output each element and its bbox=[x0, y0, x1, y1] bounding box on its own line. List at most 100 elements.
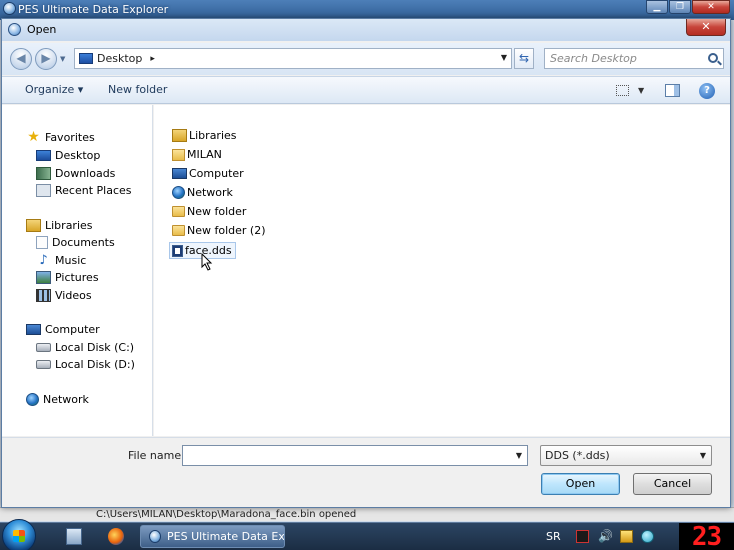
file-list: Libraries MILAN Computer Network New fol… bbox=[154, 105, 730, 436]
nav-item-documents[interactable]: Documents bbox=[36, 236, 115, 249]
list-item[interactable]: Network bbox=[172, 186, 233, 199]
nav-item-local-disk-c[interactable]: Local Disk (C:) bbox=[36, 341, 134, 354]
search-placeholder: Search Desktop bbox=[550, 52, 637, 65]
dialog-close-button[interactable]: ✕ bbox=[686, 19, 726, 36]
network-icon bbox=[26, 393, 39, 406]
desktop-icon bbox=[79, 53, 93, 64]
list-item[interactable]: MILAN bbox=[172, 148, 222, 161]
nav-item-videos[interactable]: Videos bbox=[36, 289, 92, 302]
dialog-titlebar: Open ✕ bbox=[2, 19, 730, 41]
list-item[interactable]: Computer bbox=[172, 167, 244, 180]
close-button[interactable]: ✕ bbox=[692, 0, 730, 14]
volume-icon[interactable]: 🔊 bbox=[598, 530, 613, 543]
nav-item-pictures[interactable]: Pictures bbox=[36, 271, 99, 284]
nav-item-label: Music bbox=[55, 254, 87, 267]
refresh-icon: ⇆ bbox=[518, 51, 530, 65]
nav-item-label: Local Disk (C:) bbox=[55, 341, 135, 354]
firefox-icon[interactable] bbox=[108, 528, 124, 545]
libraries-icon bbox=[26, 219, 41, 232]
recent-places-icon bbox=[36, 184, 51, 197]
navigation-pane: ★ Favorites Desktop Downloads Recent Pla… bbox=[2, 105, 153, 436]
preview-pane-icon[interactable] bbox=[665, 84, 680, 97]
downloads-icon bbox=[36, 167, 51, 180]
forward-button[interactable]: ▶ bbox=[35, 48, 57, 70]
organize-button[interactable]: Organize ▾ bbox=[25, 83, 83, 96]
address-dropdown-icon[interactable]: ▼ bbox=[501, 53, 507, 62]
taskbar-app-label: PES Ultimate Data Ex... bbox=[167, 530, 284, 543]
file-type-select[interactable]: DDS (*.dds) ▼ bbox=[540, 445, 712, 466]
nav-item-downloads[interactable]: Downloads bbox=[36, 167, 115, 180]
start-button[interactable] bbox=[2, 519, 36, 550]
nav-item-desktop[interactable]: Desktop bbox=[36, 149, 100, 162]
clock[interactable]: 23 bbox=[679, 523, 734, 550]
address-row: ◀ ▶ ▼ Desktop ▸ ▼ ⇆ Search Desktop bbox=[2, 43, 730, 75]
dds-file-icon bbox=[172, 244, 183, 257]
breadcrumb-chevron-icon[interactable]: ▸ bbox=[150, 54, 155, 64]
app-icon bbox=[149, 530, 162, 543]
file-form: File name: ▼ DDS (*.dds) ▼ Open Cancel bbox=[2, 437, 730, 507]
file-name-input[interactable]: ▼ bbox=[182, 445, 528, 466]
nav-network[interactable]: Network bbox=[26, 393, 89, 406]
help-icon[interactable]: ? bbox=[699, 83, 715, 99]
file-type-dropdown-icon[interactable]: ▼ bbox=[700, 451, 706, 460]
file-explorer-icon[interactable] bbox=[66, 528, 82, 545]
list-item[interactable]: Libraries bbox=[172, 129, 237, 142]
nav-item-recent-places[interactable]: Recent Places bbox=[36, 184, 132, 197]
nav-item-label: Pictures bbox=[55, 271, 99, 284]
app-title: PES Ultimate Data Explorer bbox=[18, 2, 169, 16]
refresh-button[interactable]: ⇆ bbox=[514, 48, 534, 69]
address-location[interactable]: Desktop bbox=[97, 52, 142, 65]
computer-icon bbox=[26, 324, 41, 335]
change-view-icon[interactable] bbox=[616, 85, 629, 96]
tray-network-icon[interactable] bbox=[641, 530, 654, 543]
search-input[interactable]: Search Desktop bbox=[544, 48, 724, 69]
minimize-button[interactable]: ▁ bbox=[646, 0, 668, 14]
file-type-value: DDS (*.dds) bbox=[545, 449, 610, 462]
list-item[interactable]: New folder (2) bbox=[172, 224, 266, 237]
file-name-label: Libraries bbox=[189, 129, 237, 142]
desktop-icon bbox=[36, 150, 51, 161]
taskbar-app-button[interactable]: PES Ultimate Data Ex... bbox=[140, 525, 285, 548]
nav-item-label: Recent Places bbox=[55, 184, 132, 197]
tray-app-icon[interactable] bbox=[576, 530, 589, 543]
cancel-button[interactable]: Cancel bbox=[633, 473, 712, 495]
search-icon[interactable] bbox=[708, 53, 718, 63]
tray-flag-icon[interactable] bbox=[620, 530, 633, 543]
nav-favorites-label: Favorites bbox=[45, 131, 95, 144]
nav-computer[interactable]: Computer bbox=[26, 323, 100, 336]
back-button[interactable]: ◀ bbox=[10, 48, 32, 70]
music-icon: ♪ bbox=[39, 253, 48, 268]
file-name-label: New folder bbox=[187, 205, 247, 218]
open-dialog: Open ✕ ◀ ▶ ▼ Desktop ▸ ▼ ⇆ Search Deskto… bbox=[1, 18, 731, 508]
nav-item-music[interactable]: ♪ Music bbox=[36, 254, 86, 267]
view-options-dropdown-icon[interactable]: ▼ bbox=[638, 86, 644, 95]
recent-locations-dropdown[interactable]: ▼ bbox=[60, 55, 68, 63]
folder-icon bbox=[172, 206, 185, 217]
new-folder-button[interactable]: New folder bbox=[108, 83, 167, 96]
maximize-button[interactable]: ❐ bbox=[669, 0, 691, 14]
language-indicator[interactable]: SR bbox=[546, 530, 561, 543]
list-item[interactable]: New folder bbox=[172, 205, 246, 218]
computer-icon bbox=[172, 168, 187, 179]
star-icon: ★ bbox=[27, 129, 40, 145]
file-name-label: New folder (2) bbox=[187, 224, 266, 237]
nav-item-label: Local Disk (D:) bbox=[55, 358, 135, 371]
window-controls: ▁ ❐ ✕ bbox=[645, 0, 730, 14]
folder-icon bbox=[172, 225, 185, 236]
app-icon bbox=[3, 2, 16, 15]
nav-item-local-disk-d[interactable]: Local Disk (D:) bbox=[36, 358, 135, 371]
open-button[interactable]: Open bbox=[541, 473, 620, 495]
address-bar[interactable]: Desktop ▸ ▼ bbox=[74, 48, 512, 69]
local-disk-icon bbox=[36, 343, 51, 352]
file-name-dropdown-icon[interactable]: ▼ bbox=[516, 451, 522, 460]
nav-computer-label: Computer bbox=[45, 323, 100, 336]
nav-libraries-label: Libraries bbox=[45, 219, 93, 232]
pictures-icon bbox=[36, 271, 51, 284]
nav-network-label: Network bbox=[43, 393, 89, 406]
nav-item-label: Downloads bbox=[55, 167, 116, 180]
nav-favorites[interactable]: ★ Favorites bbox=[26, 129, 95, 145]
nav-item-label: Desktop bbox=[55, 149, 101, 162]
nav-libraries[interactable]: Libraries bbox=[26, 219, 93, 232]
file-name-field-label: File name: bbox=[128, 449, 185, 462]
network-icon bbox=[172, 186, 185, 199]
